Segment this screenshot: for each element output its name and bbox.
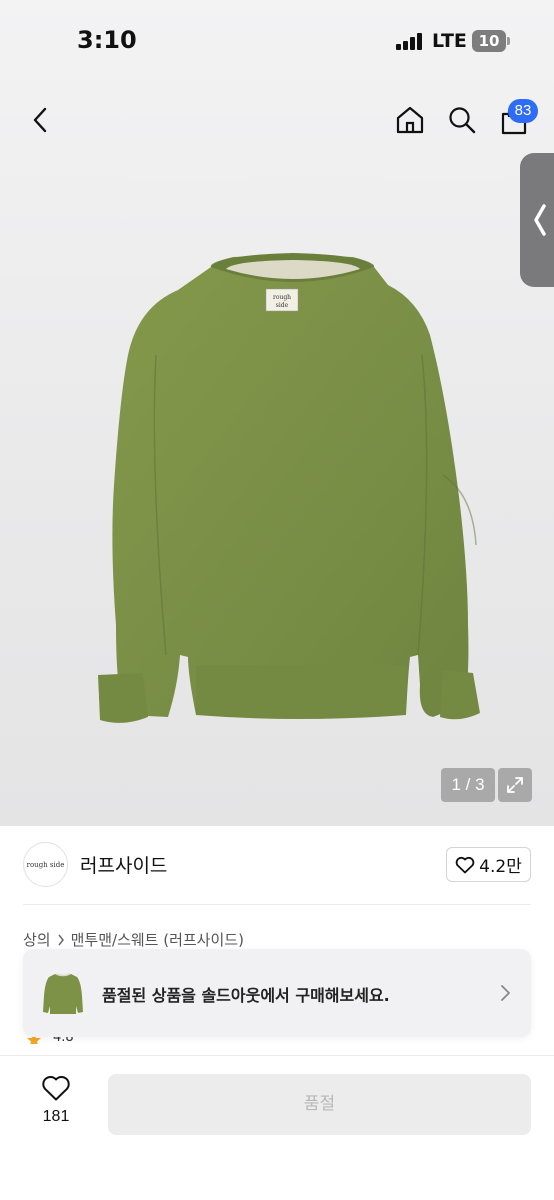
brand-like-count: 4.2만 xyxy=(479,857,522,877)
chevron-left-icon xyxy=(534,204,546,236)
heart-icon xyxy=(455,856,475,873)
soldout-promo-text: 품절된 상품을 솔드아웃에서 구매해보세요. xyxy=(102,986,390,1005)
breadcrumb: 상의 맨투맨/스웨트 (러프사이드) xyxy=(23,929,244,950)
breadcrumb-item-subcategory[interactable]: 맨투맨/스웨트 (러프사이드) xyxy=(71,929,244,950)
gallery-pager: 1 / 3 xyxy=(441,768,495,802)
brand-name[interactable]: 러프사이드 xyxy=(80,851,167,878)
status-time: 3:10 xyxy=(77,26,137,54)
cart-badge: 83 xyxy=(508,99,538,123)
wishlist-count: 181 xyxy=(42,1108,70,1125)
breadcrumb-item-category[interactable]: 상의 xyxy=(23,929,51,950)
product-thumbnail xyxy=(43,973,83,1014)
back-button[interactable] xyxy=(22,100,58,140)
search-button[interactable] xyxy=(442,100,482,140)
network-label: LTE xyxy=(432,30,467,52)
expand-button[interactable] xyxy=(498,768,532,802)
product-image: rough side xyxy=(98,253,480,723)
home-button[interactable] xyxy=(390,100,430,140)
chevron-left-icon xyxy=(33,107,47,133)
divider xyxy=(23,904,531,905)
side-panel-handle[interactable] xyxy=(520,153,554,287)
product-gallery[interactable]: 3:10 LTE 10 83 rough side 1 / 3 xyxy=(0,0,554,826)
wishlist-button[interactable]: 181 xyxy=(26,1074,86,1134)
soldout-button: 품절 xyxy=(108,1074,531,1135)
chevron-right-icon xyxy=(501,985,510,1001)
search-icon xyxy=(449,107,476,134)
heart-icon xyxy=(42,1075,70,1101)
brand-like-button[interactable]: 4.2만 xyxy=(446,847,531,882)
battery-icon: 10 xyxy=(472,30,506,52)
battery-cap xyxy=(507,37,510,45)
expand-icon xyxy=(507,777,523,793)
chevron-right-icon xyxy=(58,934,64,945)
soldout-promo-banner[interactable]: 품절된 상품을 솔드아웃에서 구매해보세요. xyxy=(23,949,531,1037)
home-icon xyxy=(396,106,424,134)
product-tag-line2: side xyxy=(276,302,289,309)
product-tag-line1: rough xyxy=(273,294,291,301)
brand-logo[interactable]: rough side xyxy=(23,842,68,887)
signal-icon xyxy=(396,32,424,50)
